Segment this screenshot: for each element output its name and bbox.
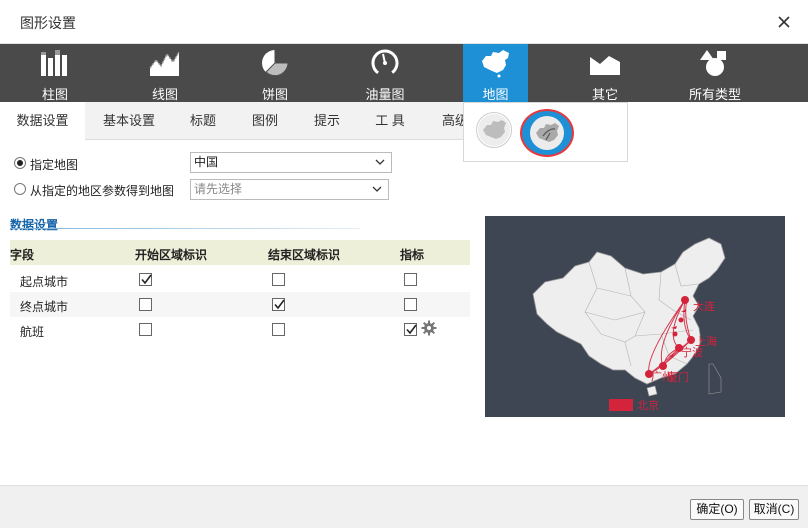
column-header: 字段 xyxy=(10,248,35,262)
tab-basic-settings[interactable]: 基本设置 xyxy=(88,102,170,140)
chart-type-bar[interactable]: 柱图 xyxy=(23,44,87,102)
region-map-icon xyxy=(478,114,510,146)
radio-specified-map[interactable] xyxy=(14,157,26,169)
area-shape-icon xyxy=(590,56,620,75)
end-region-checkbox[interactable] xyxy=(272,273,285,286)
metric-checkbox[interactable] xyxy=(404,323,417,336)
column-header: 开始区域标识 xyxy=(135,248,208,262)
start-region-checkbox[interactable] xyxy=(139,298,152,311)
table-row: 起点城市 xyxy=(10,267,470,292)
chart-type-pie[interactable]: 饼图 xyxy=(243,44,307,102)
specified-map-label: 指定地图 xyxy=(30,158,79,172)
end-region-checkbox[interactable] xyxy=(272,323,285,336)
city-label: 宁波 xyxy=(681,345,703,359)
column-header: 指标 xyxy=(400,248,425,262)
check-icon xyxy=(406,324,417,335)
shapes-icon xyxy=(700,50,726,76)
table-header: 字段 开始区域标识 结束区域标识 指标 xyxy=(10,240,470,265)
city-label: 大连 xyxy=(693,299,715,313)
map-subtype-flow[interactable] xyxy=(520,109,574,157)
map-subtype-popup xyxy=(463,102,628,162)
section-divider xyxy=(10,228,360,229)
table-row: 终点城市 xyxy=(10,292,470,317)
field-name: 终点城市 xyxy=(20,300,69,314)
tab-title[interactable]: 标题 xyxy=(174,102,232,140)
field-name: 起点城市 xyxy=(20,275,69,289)
column-header: 结束区域标识 xyxy=(268,248,341,262)
chevron-down-icon xyxy=(372,186,382,192)
chevron-down-icon xyxy=(375,159,385,165)
radio-param-map[interactable] xyxy=(14,183,26,195)
check-icon xyxy=(141,274,152,285)
city-label: 上海 xyxy=(695,334,717,348)
chart-type-line[interactable]: 线图 xyxy=(133,44,197,102)
pie-chart-icon xyxy=(262,49,289,77)
south-sea-inset xyxy=(708,363,722,395)
gauge-icon xyxy=(371,49,399,77)
chart-type-gauge[interactable]: 油量图 xyxy=(353,44,417,102)
chart-settings-dialog: 图形设置 柱图 线图 饼图 油量图 地图 其它 所有类型 数据设置 基本设置 标… xyxy=(0,0,808,528)
region-param-select[interactable]: 请先选择 xyxy=(190,179,389,200)
cancel-button[interactable]: 取消(C) xyxy=(749,499,799,520)
map-select[interactable]: 中国 xyxy=(190,152,392,173)
flow-map-icon xyxy=(530,116,564,150)
map-china-icon xyxy=(481,50,509,78)
tab-data-settings[interactable]: 数据设置 xyxy=(0,102,85,140)
bar-chart-icon xyxy=(41,50,67,76)
field-name: 航班 xyxy=(20,325,45,339)
ok-button[interactable]: 确定(O) xyxy=(690,499,744,520)
chart-type-all[interactable]: 所有类型 xyxy=(683,44,747,102)
start-region-checkbox[interactable] xyxy=(139,323,152,336)
start-region-checkbox[interactable] xyxy=(139,273,152,286)
end-region-checkbox[interactable] xyxy=(272,298,285,311)
check-icon xyxy=(274,299,285,310)
china-flow-map: 大连 上海 宁波 厦门 广州 北京 xyxy=(532,237,726,412)
tab-legend[interactable]: 图例 xyxy=(236,102,294,140)
chart-type-other[interactable]: 其它 xyxy=(573,44,637,102)
gear-icon[interactable] xyxy=(421,320,437,336)
map-subtype-region[interactable] xyxy=(476,112,512,148)
title-bar: 图形设置 xyxy=(0,0,808,44)
legend-label: 北京 xyxy=(637,398,659,412)
map-preview: 大连 上海 宁波 厦门 广州 北京 xyxy=(485,216,785,417)
close-icon[interactable] xyxy=(774,12,794,32)
tab-tooltip[interactable]: 提示 xyxy=(298,102,356,140)
line-chart-icon xyxy=(149,51,180,76)
data-settings-heading: 数据设置 xyxy=(10,218,59,232)
city-label: 广州 xyxy=(651,370,673,383)
metric-checkbox[interactable] xyxy=(404,273,417,286)
dialog-title: 图形设置 xyxy=(20,15,76,31)
legend-swatch xyxy=(609,399,633,411)
param-map-label: 从指定的地区参数得到地图 xyxy=(30,184,175,198)
metric-checkbox[interactable] xyxy=(404,298,417,311)
hainan-shape xyxy=(646,385,658,397)
tab-tools[interactable]: 工 具 xyxy=(360,102,420,140)
settings-tabs: 数据设置 基本设置 标题 图例 提示 工 具 高级 xyxy=(0,102,468,140)
table-row: 航班 xyxy=(10,317,470,342)
dialog-footer: 确定(O) 取消(C) xyxy=(0,485,808,528)
chart-type-toolbar: 柱图 线图 饼图 油量图 地图 其它 所有类型 xyxy=(0,44,808,102)
chart-type-map[interactable]: 地图 xyxy=(463,44,528,102)
